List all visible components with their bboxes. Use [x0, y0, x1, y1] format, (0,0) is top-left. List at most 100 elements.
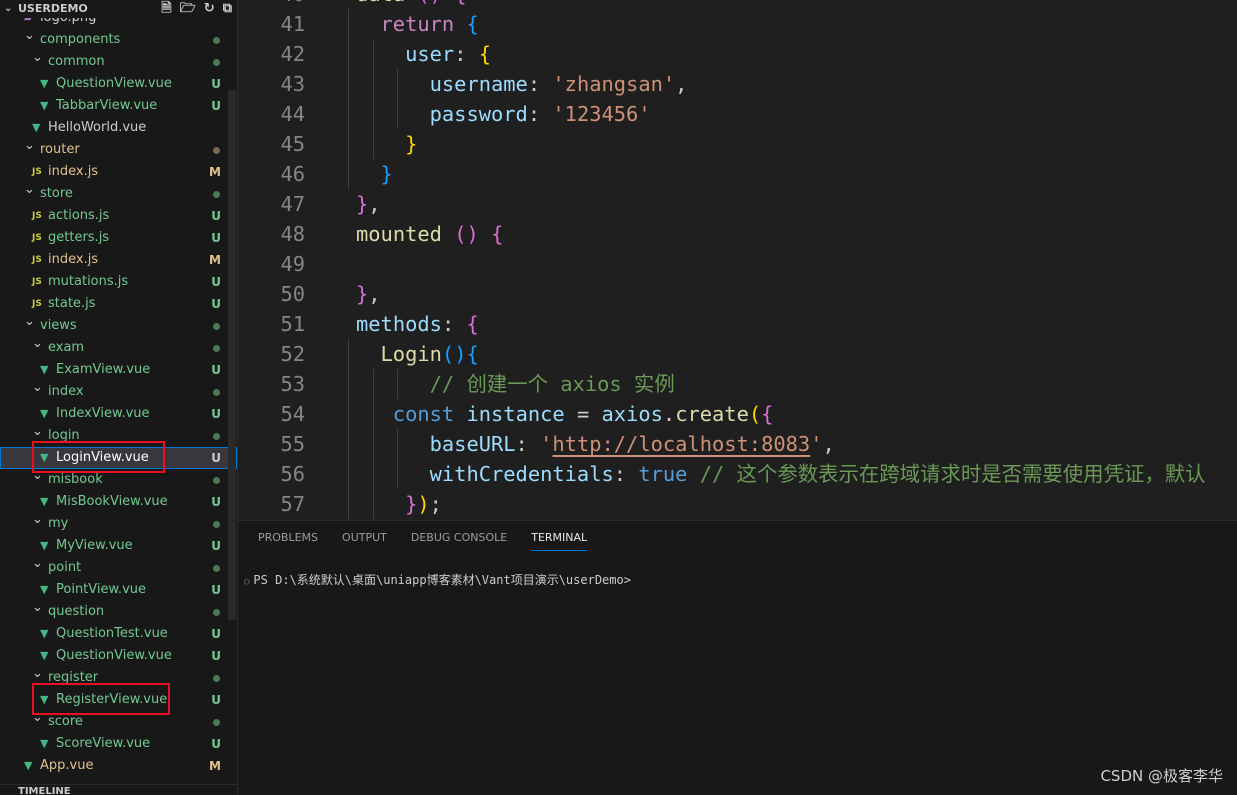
code-line: 41 return { — [238, 9, 1237, 39]
folder-item[interactable]: ⌄ point — [0, 556, 237, 579]
folder-item[interactable]: ⌄ store — [0, 182, 237, 205]
chevron-down-icon: ⌄ — [24, 182, 35, 197]
code-line: 50}, — [238, 279, 1237, 309]
code-token: . — [662, 402, 676, 426]
code-token: username — [429, 72, 528, 96]
code-token: } — [380, 162, 393, 186]
file-item[interactable]: JS index.js M — [0, 161, 237, 183]
file-item[interactable]: ▼ QuestionTest.vue U — [0, 623, 237, 645]
file-item[interactable]: ▼ HelloWorld.vue — [0, 117, 237, 139]
new-folder-icon[interactable]: 🗁 — [180, 0, 196, 18]
folder-item[interactable]: ⌄ exam — [0, 336, 237, 359]
chevron-down-icon: ⌄ — [32, 666, 43, 681]
code-token: { — [466, 312, 479, 336]
code-token: : — [527, 72, 553, 96]
timeline-section[interactable]: TIMELINE — [0, 784, 237, 795]
code-token: { — [466, 12, 479, 36]
file-item[interactable]: ▼ ScoreView.vue U — [0, 733, 237, 755]
file-item[interactable]: JS index.js M — [0, 249, 237, 271]
indent-guide — [348, 459, 349, 489]
code-token: user — [405, 42, 455, 66]
folder-item[interactable]: ⌄ common — [0, 50, 237, 73]
tab-output[interactable]: OUTPUT — [342, 531, 387, 551]
line-number: 52 — [280, 342, 305, 366]
git-status-dot — [213, 37, 220, 44]
folder-item[interactable]: ⌄ question — [0, 600, 237, 623]
git-status-badge: U — [211, 649, 221, 663]
terminal[interactable]: ○ PS D:\系统默认\桌面\uniapp博客素材\Vant项目演示\userD… — [244, 571, 631, 588]
tab-debug-console[interactable]: DEBUG CONSOLE — [411, 531, 507, 551]
git-status-dot — [213, 59, 220, 66]
indent-guide — [348, 369, 349, 399]
explorer-header[interactable]: ⌄ USERDEMO 🗎 🗁 ↻ ⧉ — [0, 0, 237, 18]
indent-guide — [372, 69, 374, 99]
panel-tabs: PROBLEMS OUTPUT DEBUG CONSOLE TERMINAL — [258, 531, 588, 551]
code-token: return — [380, 12, 455, 36]
highlight-box — [32, 441, 165, 473]
code-text: password: '123456' — [430, 99, 651, 129]
code-token: data — [356, 0, 405, 6]
refresh-icon[interactable]: ↻ — [204, 0, 215, 18]
folder-item[interactable]: ⌄ my — [0, 512, 237, 535]
line-number: 45 — [280, 132, 305, 156]
git-status-dot — [213, 609, 220, 616]
git-status-badge: U — [211, 451, 221, 465]
collapse-all-icon[interactable]: ⧉ — [223, 0, 232, 18]
new-file-icon[interactable]: 🗎 — [161, 0, 171, 18]
tab-problems[interactable]: PROBLEMS — [258, 531, 318, 551]
file-item[interactable]: JS mutations.js U — [0, 271, 237, 293]
highlight-box — [32, 683, 170, 715]
file-item[interactable]: JS getters.js U — [0, 227, 237, 249]
code-text: }); — [405, 489, 442, 519]
code-token: } — [405, 492, 418, 516]
code-line: 46} — [238, 159, 1237, 189]
item-label: QuestionView.vue — [56, 76, 172, 91]
file-item[interactable]: JS actions.js U — [0, 205, 237, 227]
folder-item[interactable]: ⌄ router — [0, 138, 237, 161]
code-token: Login — [380, 342, 442, 366]
folder-item[interactable]: ⌄ index — [0, 380, 237, 403]
item-label: router — [40, 142, 80, 157]
git-status-dot — [213, 719, 220, 726]
prompt-circle-icon: ○ — [244, 577, 250, 587]
item-label: App.vue — [40, 758, 94, 773]
indent-guide — [372, 129, 374, 159]
code-token: () — [454, 222, 479, 246]
code-text: username: 'zhangsan', — [430, 69, 688, 99]
code-token: http://localhost:8083 — [552, 432, 811, 456]
code-token: instance — [466, 402, 565, 426]
tab-terminal[interactable]: TERMINAL — [531, 531, 588, 551]
indent-guide — [372, 39, 374, 69]
file-item[interactable]: JS state.js U — [0, 293, 237, 315]
code-token: { — [478, 42, 492, 66]
indent-guide — [397, 429, 399, 459]
item-label: actions.js — [48, 208, 110, 223]
code-token: , — [675, 72, 688, 96]
item-label: ExamView.vue — [56, 362, 151, 377]
file-item[interactable]: ▼ QuestionView.vue U — [0, 73, 237, 95]
code-token: withCredentials — [429, 462, 614, 486]
git-status-badge: M — [209, 759, 221, 773]
code-text: } — [405, 129, 417, 159]
vue-file-icon: ▼ — [40, 737, 49, 750]
code-token: ' — [810, 432, 823, 456]
file-item[interactable]: ▼ App.vue M — [0, 755, 237, 777]
code-line: 55 baseURL: 'http://localhost:8083', — [238, 429, 1237, 459]
vue-file-icon: ▼ — [40, 99, 49, 112]
chevron-down-icon[interactable]: ⌄ — [4, 0, 12, 18]
indent-guide — [372, 99, 374, 129]
indent-guide — [397, 369, 399, 399]
vue-file-icon: ▼ — [24, 759, 33, 772]
code-line: 44 password: '123456' — [238, 99, 1237, 129]
sidebar-scrollbar[interactable] — [228, 90, 236, 620]
item-label: common — [48, 54, 105, 69]
code-editor[interactable]: 40data () {41return {42user: {43username… — [238, 0, 1237, 520]
line-number: 56 — [280, 462, 305, 486]
file-item[interactable]: ▼ TabbarView.vue U — [0, 95, 237, 117]
code-token: : — [613, 462, 639, 486]
code-token: password — [429, 102, 528, 126]
code-token: { — [466, 342, 479, 366]
chevron-down-icon: ⌄ — [32, 50, 43, 65]
line-number: 40 — [238, 0, 305, 9]
